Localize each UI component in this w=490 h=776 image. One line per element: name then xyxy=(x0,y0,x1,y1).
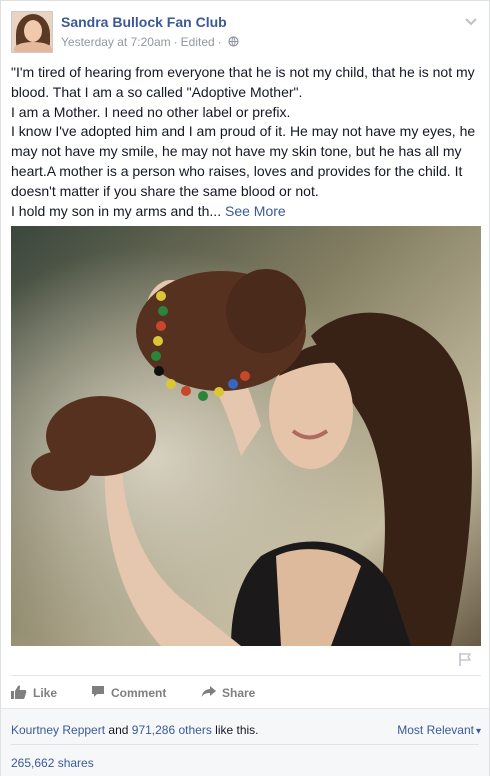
likes-sentence: Kourtney Reppert and 971,286 others like… xyxy=(11,723,259,737)
action-divider xyxy=(11,675,481,676)
post-text-line: "I'm tired of hearing from everyone that… xyxy=(11,64,475,100)
comment-icon xyxy=(91,685,111,701)
comment-label: Comment xyxy=(111,686,167,700)
liker-name-link[interactable]: Kourtney Reppert xyxy=(11,723,105,737)
action-bar: Like Comment Share xyxy=(11,683,481,703)
summary-divider xyxy=(11,744,479,745)
engagement-summary: Kourtney Reppert and 971,286 others like… xyxy=(1,708,489,776)
edited-label[interactable]: Edited xyxy=(181,35,215,49)
likes-and-text: and xyxy=(105,723,132,737)
likes-suffix: like this. xyxy=(211,723,259,737)
share-button[interactable]: Share xyxy=(201,683,255,703)
page-avatar[interactable] xyxy=(11,11,53,53)
comment-button[interactable]: Comment xyxy=(91,683,166,703)
meta-separator-2: · xyxy=(217,35,222,49)
comment-sort-dropdown[interactable]: Most Relevant ▾ xyxy=(397,723,481,737)
shares-count-link[interactable]: 265,662 shares xyxy=(11,756,94,770)
chevron-down-icon[interactable] xyxy=(461,11,481,31)
facebook-post: Sandra Bullock Fan Club Yesterday at 7:2… xyxy=(0,0,490,776)
caret-down-icon: ▾ xyxy=(475,726,481,737)
post-text-line-last: I hold my son in my arms and th... See M… xyxy=(11,202,481,222)
thumbs-up-icon xyxy=(11,684,33,702)
sort-label: Most Relevant xyxy=(397,723,474,737)
page-name-link[interactable]: Sandra Bullock Fan Club xyxy=(61,14,227,30)
post-text-truncated: I hold my son in my arms and th... xyxy=(11,202,222,219)
meta-separator: · xyxy=(173,35,178,49)
flag-icon[interactable] xyxy=(457,651,473,667)
post-body-text: "I'm tired of hearing from everyone that… xyxy=(11,63,481,221)
post-meta: Yesterday at 7:20am · Edited · xyxy=(61,35,239,49)
post-photo[interactable] xyxy=(11,226,481,646)
post-timestamp[interactable]: Yesterday at 7:20am xyxy=(61,35,171,49)
post-text-line: I know I've adopted him and I am proud o… xyxy=(11,123,476,199)
like-button[interactable]: Like xyxy=(11,683,57,703)
others-likes-link[interactable]: 971,286 others xyxy=(132,723,212,737)
share-label: Share xyxy=(222,686,256,700)
post-header: Sandra Bullock Fan Club Yesterday at 7:2… xyxy=(11,11,481,55)
see-more-link[interactable]: See More xyxy=(225,203,286,219)
globe-icon[interactable] xyxy=(228,36,239,47)
post-text-line: I am a Mother. I need no other label or … xyxy=(11,103,291,120)
like-label: Like xyxy=(33,686,58,700)
share-icon xyxy=(201,685,222,701)
